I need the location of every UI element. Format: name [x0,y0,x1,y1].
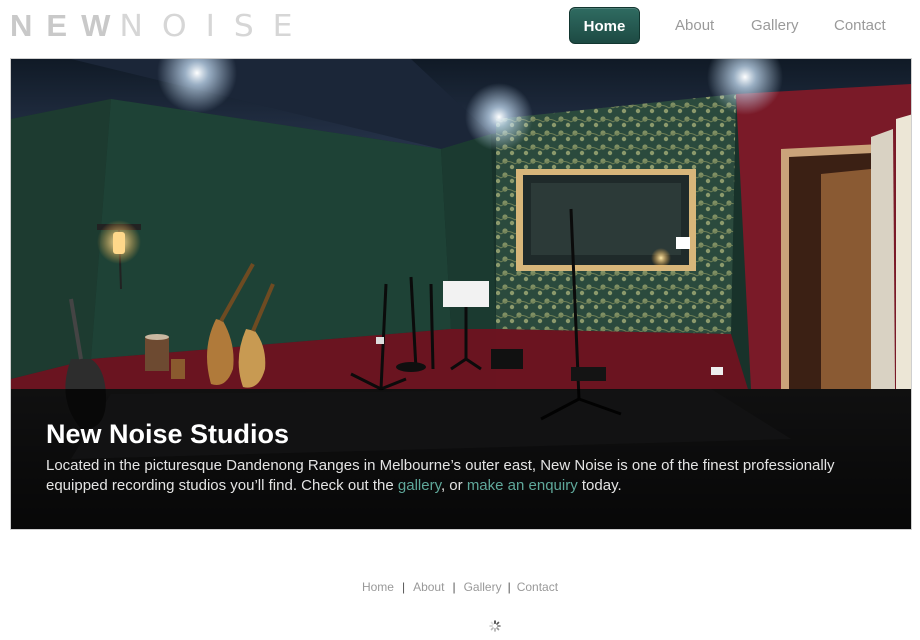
nav-about[interactable]: About [675,7,714,44]
hero-banner: New Noise Studios Located in the picture… [10,58,912,530]
logo-text-bold: NEW [10,8,125,43]
main-nav: Home About Gallery Contact [569,7,920,44]
hero-text-middle: , or [440,476,467,494]
footer-about-link[interactable]: About [413,580,444,594]
logo-text-thin: NOISE [119,8,312,44]
hero-text-end: today. [577,476,622,494]
footer-home-link[interactable]: Home [362,580,394,594]
footer-contact-link[interactable]: Contact [517,580,558,594]
footer-separator: | [401,580,406,594]
gallery-link[interactable]: gallery [398,477,441,494]
nav-home[interactable]: Home [569,7,640,44]
hero-caption: New Noise Studios Located in the picture… [11,389,911,529]
loading-spinner-icon [489,620,501,632]
hero-description: Located in the picturesque Dandenong Ran… [46,456,836,495]
footer-gallery-link[interactable]: Gallery [464,580,502,594]
footer-nav: Home | About | Gallery | Contact [0,580,920,594]
site-logo[interactable]: NEW NOISE [10,8,307,44]
footer-separator: | [507,580,511,594]
nav-gallery[interactable]: Gallery [751,7,799,44]
hero-title: New Noise Studios [46,419,290,449]
nav-contact[interactable]: Contact [834,7,886,44]
enquiry-link[interactable]: make an enquiry [467,477,578,494]
footer-separator: | [452,580,456,594]
